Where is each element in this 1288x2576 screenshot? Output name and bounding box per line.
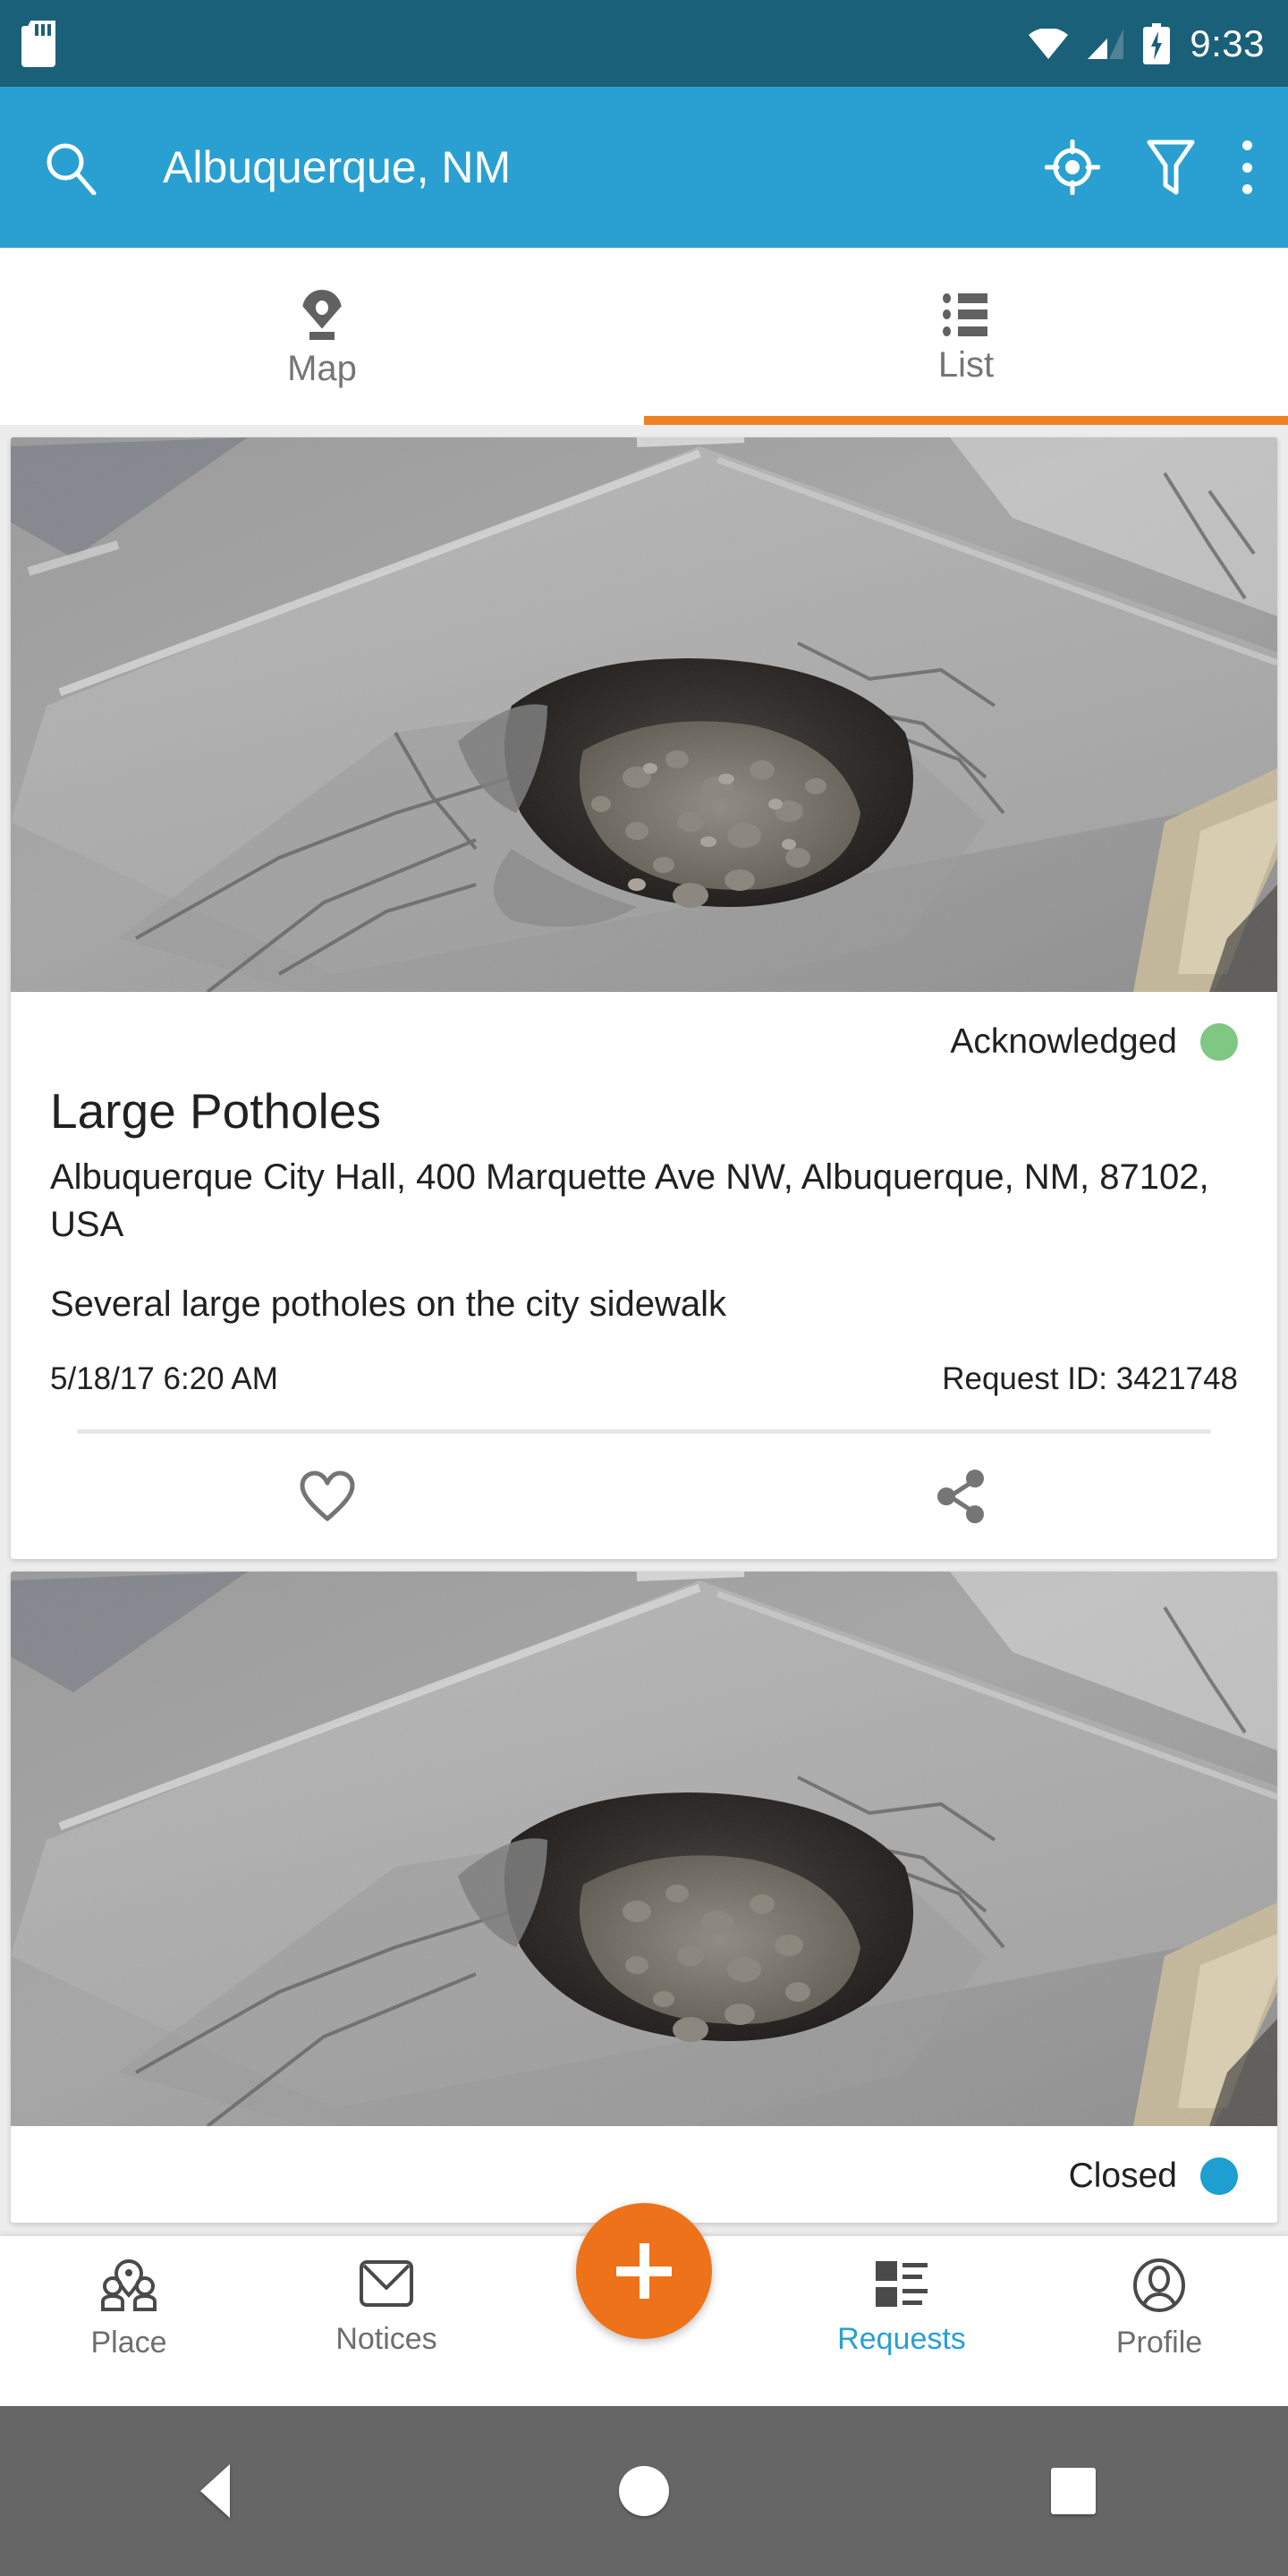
people-place-icon [101,2258,157,2311]
system-home-button[interactable] [429,2466,859,2516]
status-bar-clock: 9:33 [1190,21,1265,64]
status-row: Closed [11,2126,1277,2223]
nav-item-profile[interactable]: Profile [1030,2236,1288,2360]
status-bar-right: 9:33 [1029,21,1265,64]
nav-fab-slot [515,2203,773,2339]
system-back-button[interactable] [0,2464,429,2518]
request-id: Request ID: 3421748 [942,1360,1238,1396]
share-icon [937,1469,984,1523]
requests-list[interactable]: Acknowledged Large Potholes Albuquerque … [0,425,1288,2236]
cellular-signal-icon [1088,28,1124,59]
list-icon [943,292,989,336]
tab-list[interactable]: List [644,248,1288,425]
status-badge-label: Acknowledged [950,1022,1177,1061]
more-vertical-icon[interactable] [1241,140,1252,194]
app-bar: Albuquerque, NM [0,87,1288,248]
nav-item-notices-label: Notices [335,2322,437,2356]
nav-item-profile-label: Profile [1115,2326,1203,2360]
system-recents-button[interactable] [859,2468,1288,2514]
system-navigation-bar [0,2406,1288,2576]
requests-list-icon [876,2261,928,2307]
request-photo[interactable] [11,437,1277,992]
map-pin-icon [302,289,342,340]
back-triangle-icon [199,2464,230,2518]
home-circle-icon [619,2466,669,2516]
person-circle-icon [1133,2258,1185,2312]
share-button[interactable] [644,1469,1277,1524]
status-bar-left [21,20,55,67]
nav-item-requests-label: Requests [837,2322,966,2356]
status-row: Acknowledged [50,992,1238,1069]
request-meta-row: 5/18/17 6:20 AM Request ID: 3421748 [50,1361,1238,1397]
app-root: 9:33 Albuquerque, NM Map List Acknowledg… [0,0,1288,2576]
battery-charging-icon [1143,22,1171,64]
request-card[interactable]: Closed [11,1571,1277,2223]
status-badge-dot [1200,1023,1238,1061]
wifi-icon [1029,28,1069,59]
my-location-icon[interactable] [1045,140,1100,195]
nav-item-notices[interactable]: Notices [258,2236,515,2357]
app-bar-actions [1045,139,1252,196]
request-timestamp: 5/18/17 6:20 AM [50,1360,278,1396]
nav-item-requests[interactable]: Requests [773,2236,1030,2357]
request-title: Large Potholes [50,1083,381,1139]
view-tabs: Map List [0,248,1288,425]
tab-map-label: Map [287,348,357,388]
card-actions [11,1434,1277,1559]
search-icon[interactable] [43,140,98,195]
nav-item-place-label: Place [90,2326,167,2360]
envelope-icon [360,2260,413,2307]
sd-card-icon [21,20,55,67]
app-bar-title: Albuquerque, NM [163,142,512,192]
tab-list-label: List [937,344,995,385]
nav-item-place[interactable]: Place [0,2236,258,2360]
request-description: Several large potholes on the city sidew… [50,1284,726,1324]
request-address: Albuquerque City Hall, 400 Marquette Ave… [50,1157,1209,1245]
request-card-body: Acknowledged Large Potholes Albuquerque … [11,992,1277,1397]
filter-funnel-icon[interactable] [1147,139,1195,196]
request-card[interactable]: Acknowledged Large Potholes Albuquerque … [11,437,1277,1559]
tab-active-indicator [644,416,1288,425]
favorite-button[interactable] [11,1470,644,1522]
bottom-navigation: Place Notices Requests Profile [0,2203,1288,2406]
status-bar: 9:33 [0,0,1288,87]
status-badge-label: Closed [1068,2156,1177,2195]
heart-outline-icon [300,1470,355,1521]
request-photo[interactable] [11,1571,1277,2126]
tab-map[interactable]: Map [0,248,644,425]
status-badge-dot [1200,2157,1238,2195]
recents-square-icon [1051,2468,1096,2514]
